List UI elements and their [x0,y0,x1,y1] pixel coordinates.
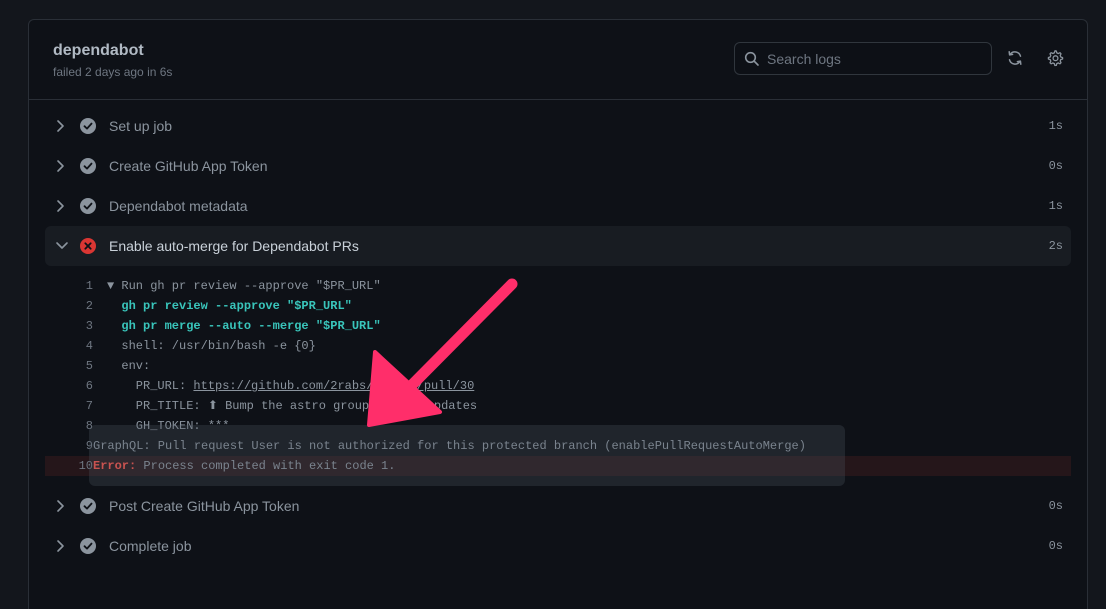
step-name: Set up job [109,118,173,134]
step-name: Post Create GitHub App Token [109,498,300,514]
check-circle-icon [80,158,96,179]
log-text: PR_TITLE: ⬆ Bump the astro group with 2 … [107,399,478,413]
job-header: dependabot failed 2 days ago in 6s [29,20,1087,100]
step-name: Enable auto-merge for Dependabot PRs [109,238,359,254]
line-number[interactable]: 1 [71,276,93,296]
gear-icon[interactable] [1046,49,1064,67]
pr-url-link[interactable]: https://github.com/2rabs/nextjs/pull/30 [193,379,474,393]
step-duration: 0s [1048,499,1063,513]
log-text: gh pr merge --auto --merge "$PR_URL" [107,319,381,333]
job-panel: dependabot failed 2 days ago in 6s Searc… [28,19,1088,609]
chevron-right-icon [55,119,67,138]
check-circle-icon [80,498,96,519]
step-duration: 1s [1048,199,1063,213]
search-logs[interactable] [734,42,992,75]
log-line: 3 gh pr merge --auto --merge "$PR_URL" [45,316,1071,336]
step-duration: 0s [1048,159,1063,173]
log-line: 7 PR_TITLE: ⬆ Bump the astro group with … [45,396,1071,416]
step-set-up-job[interactable]: Set up job 1s [45,106,1071,146]
search-icon [744,51,760,72]
steps-list: Set up job 1s Create GitHub App Token 0s… [45,106,1071,566]
log-line: 2 gh pr review --approve "$PR_URL" [45,296,1071,316]
line-number[interactable]: 3 [71,316,93,336]
step-duration: 0s [1048,539,1063,553]
step-name: Complete job [109,538,192,554]
line-number[interactable]: 7 [71,396,93,416]
step-dependabot-metadata[interactable]: Dependabot metadata 1s [45,186,1071,226]
step-post-create-github-app-token[interactable]: Post Create GitHub App Token 0s [45,486,1071,526]
check-circle-icon [80,198,96,219]
log-line: 1 ▼ Run gh pr review --approve "$PR_URL" [45,276,1071,296]
env-key: PR_URL: [107,379,194,393]
x-circle-icon [80,238,96,259]
step-name: Create GitHub App Token [109,158,268,174]
log-text: ▼ Run gh pr review --approve "$PR_URL" [107,279,381,293]
job-title: dependabot [53,42,144,59]
step-duration: 2s [1048,239,1063,253]
chevron-right-icon [55,499,67,518]
check-circle-icon [80,538,96,559]
check-circle-icon [80,118,96,139]
line-number[interactable]: 5 [71,356,93,376]
log-line: 5 env: [45,356,1071,376]
job-subtitle: failed 2 days ago in 6s [53,65,173,79]
error-highlight-overlay [89,425,845,486]
refresh-icon[interactable] [1006,49,1024,67]
log-text: gh pr review --approve "$PR_URL" [107,299,352,313]
step-duration: 1s [1048,119,1063,133]
line-number[interactable]: 2 [71,296,93,316]
step-name: Dependabot metadata [109,198,248,214]
chevron-down-icon [55,239,69,257]
log-line: 4 shell: /usr/bin/bash -e {0} [45,336,1071,356]
log-text: shell: /usr/bin/bash -e {0} [107,339,316,353]
line-number[interactable]: 6 [71,376,93,396]
step-enable-auto-merge[interactable]: Enable auto-merge for Dependabot PRs 2s [45,226,1071,266]
log-text: env: [107,359,151,373]
search-input[interactable] [767,43,985,74]
chevron-right-icon [55,159,67,178]
chevron-right-icon [55,199,67,218]
step-complete-job[interactable]: Complete job 0s [45,526,1071,566]
step-create-github-app-token[interactable]: Create GitHub App Token 0s [45,146,1071,186]
log-line: 6 PR_URL: https://github.com/2rabs/nextj… [45,376,1071,396]
log-text: PR_URL: https://github.com/2rabs/nextjs/… [107,376,474,396]
line-number[interactable]: 4 [71,336,93,356]
chevron-right-icon [55,539,67,558]
